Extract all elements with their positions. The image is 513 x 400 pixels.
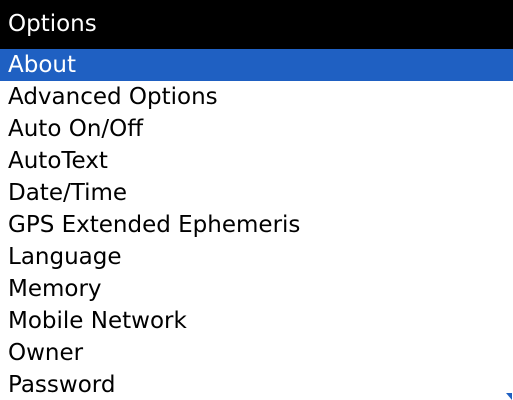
list-item-password[interactable]: Password — [0, 369, 513, 400]
scroll-down-arrow-icon — [506, 393, 512, 400]
options-list: About Advanced Options Auto On/Off AutoT… — [0, 49, 513, 400]
list-item-auto-on-off[interactable]: Auto On/Off — [0, 113, 513, 145]
list-item-autotext[interactable]: AutoText — [0, 145, 513, 177]
list-item-owner[interactable]: Owner — [0, 337, 513, 369]
list-item-about[interactable]: About — [0, 49, 513, 81]
list-item-advanced-options[interactable]: Advanced Options — [0, 81, 513, 113]
list-item-mobile-network[interactable]: Mobile Network — [0, 305, 513, 337]
options-screen: Options About Advanced Options Auto On/O… — [0, 0, 513, 400]
list-item-language[interactable]: Language — [0, 241, 513, 273]
list-item-gps-extended-ephemeris[interactable]: GPS Extended Ephemeris — [0, 209, 513, 241]
list-item-memory[interactable]: Memory — [0, 273, 513, 305]
page-title: Options — [0, 0, 513, 49]
list-item-date-time[interactable]: Date/Time — [0, 177, 513, 209]
